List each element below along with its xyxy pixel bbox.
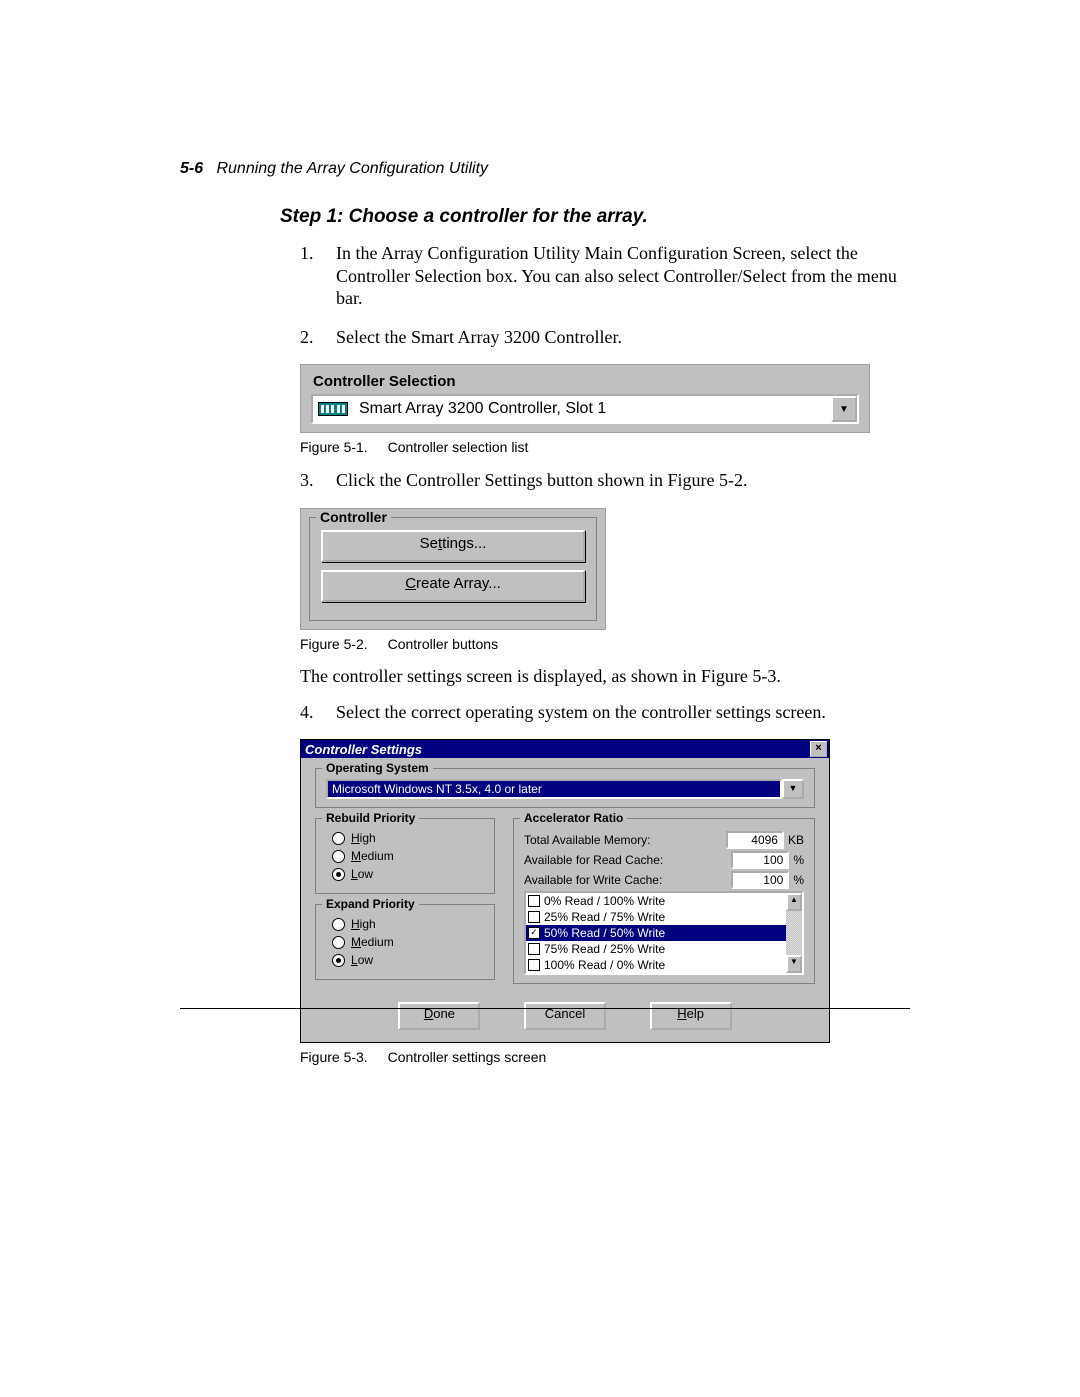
controller-icon [313, 396, 353, 422]
cancel-button[interactable]: Cancel [524, 1002, 606, 1030]
list-text: In the Array Configuration Utility Main … [336, 242, 910, 310]
rebuild-high-radio[interactable]: High [332, 831, 484, 845]
rebuild-low-radio[interactable]: Low [332, 867, 484, 881]
read-cache-row: Available for Read Cache: 100% [524, 851, 804, 869]
list-number: 4. [300, 701, 336, 724]
groupbox-legend: Controller [316, 509, 391, 525]
rebuild-priority-groupbox: Rebuild Priority High Medium Low [315, 818, 495, 894]
figure-number: Figure 5-3. [300, 1049, 368, 1065]
controller-buttons-panel: Controller Settings... Create Array... [300, 508, 606, 630]
groupbox-legend: Accelerator Ratio [520, 811, 627, 825]
total-memory-row: Total Available Memory: 4096KB [524, 831, 804, 849]
os-combo[interactable]: Microsoft Windows NT 3.5x, 4.0 or later … [326, 779, 804, 799]
body-paragraph: The controller settings screen is displa… [300, 666, 910, 687]
ratio-option[interactable]: 75% Read / 25% Write [526, 941, 786, 957]
accelerator-ratio-groupbox: Accelerator Ratio Total Available Memory… [513, 818, 815, 984]
create-array-button[interactable]: Create Array... [321, 570, 585, 602]
figure-caption: Figure 5-2. Controller buttons [300, 636, 910, 652]
figure-number: Figure 5-1. [300, 439, 368, 455]
scroll-down-icon[interactable]: ▼ [786, 955, 802, 973]
list-item: 2. Select the Smart Array 3200 Controlle… [300, 326, 910, 349]
groupbox-legend: Expand Priority [322, 897, 419, 911]
list-item: 1. In the Array Configuration Utility Ma… [300, 242, 910, 310]
list-item: 4. Select the correct operating system o… [300, 701, 910, 724]
total-memory-value: 4096 [726, 831, 784, 849]
stat-label: Total Available Memory: [524, 833, 651, 847]
controller-selection-panel: Controller Selection Smart Array 3200 Co… [300, 364, 870, 433]
panel-title: Controller Selection [311, 369, 859, 394]
figure-caption-text: Controller settings screen [388, 1049, 547, 1065]
os-combo-text: Microsoft Windows NT 3.5x, 4.0 or later [326, 779, 782, 799]
page-number: 5-6 [180, 160, 203, 177]
figure-number: Figure 5-2. [300, 636, 368, 652]
scroll-up-icon[interactable]: ▲ [786, 893, 802, 911]
ratio-listbox[interactable]: 0% Read / 100% Write 25% Read / 75% Writ… [524, 891, 804, 975]
header-title: Running the Array Configuration Utility [216, 160, 488, 177]
groupbox-legend: Operating System [322, 761, 433, 775]
read-cache-value: 100 [731, 851, 789, 869]
figure-caption: Figure 5-1. Controller selection list [300, 439, 910, 455]
list-number: 1. [300, 242, 336, 310]
expand-priority-groupbox: Expand Priority High Medium Low [315, 904, 495, 980]
expand-high-radio[interactable]: High [332, 917, 484, 931]
list-number: 2. [300, 326, 336, 349]
write-cache-row: Available for Write Cache: 100% [524, 871, 804, 889]
list-number: 3. [300, 469, 336, 492]
footer-rule [180, 1008, 910, 1009]
ratio-option[interactable]: 25% Read / 75% Write [526, 909, 786, 925]
controller-combo[interactable]: Smart Array 3200 Controller, Slot 1 ▼ [311, 394, 859, 424]
chevron-down-icon[interactable]: ▼ [831, 396, 857, 422]
controller-combo-text: Smart Array 3200 Controller, Slot 1 [353, 396, 831, 422]
controller-groupbox: Controller Settings... Create Array... [309, 517, 597, 621]
step-heading: Step 1: Choose a controller for the arra… [280, 206, 910, 228]
list-text: Select the correct operating system on t… [336, 701, 910, 724]
stat-label: Available for Write Cache: [524, 873, 662, 887]
dialog-titlebar: Controller Settings × [301, 740, 829, 758]
expand-medium-radio[interactable]: Medium [332, 935, 484, 949]
figure-caption-text: Controller selection list [388, 439, 529, 455]
figure-caption-text: Controller buttons [388, 636, 499, 652]
ratio-option[interactable]: 0% Read / 100% Write [526, 893, 786, 909]
expand-low-radio[interactable]: Low [332, 953, 484, 967]
chevron-down-icon[interactable]: ▼ [782, 779, 804, 799]
list-item: 3. Click the Controller Settings button … [300, 469, 910, 492]
figure-caption: Figure 5-3. Controller settings screen [300, 1049, 910, 1065]
done-button[interactable]: Done [398, 1002, 480, 1030]
os-groupbox: Operating System Microsoft Windows NT 3.… [315, 768, 815, 808]
controller-settings-dialog: Controller Settings × Operating System M… [300, 739, 830, 1043]
help-button[interactable]: Help [650, 1002, 732, 1030]
scrollbar[interactable]: ▲ ▼ [786, 893, 802, 973]
settings-button[interactable]: Settings... [321, 530, 585, 562]
close-icon[interactable]: × [810, 741, 827, 757]
list-text: Click the Controller Settings button sho… [336, 469, 910, 492]
dialog-title: Controller Settings [305, 742, 422, 757]
write-cache-value: 100 [731, 871, 789, 889]
ratio-option[interactable]: 100% Read / 0% Write [526, 957, 786, 973]
groupbox-legend: Rebuild Priority [322, 811, 419, 825]
stat-label: Available for Read Cache: [524, 853, 663, 867]
list-text: Select the Smart Array 3200 Controller. [336, 326, 910, 349]
rebuild-medium-radio[interactable]: Medium [332, 849, 484, 863]
ratio-option-selected[interactable]: ✓50% Read / 50% Write [526, 925, 786, 941]
running-header: 5-6 Running the Array Configuration Util… [180, 160, 910, 178]
